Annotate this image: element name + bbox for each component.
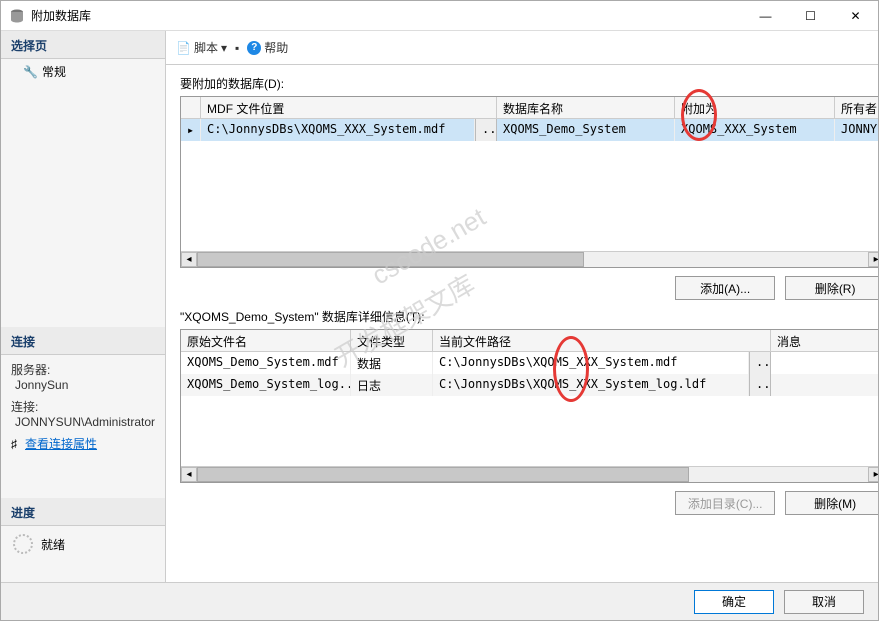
connection-value: JONNYSUN\Administrator bbox=[11, 415, 155, 429]
progress-spinner-icon bbox=[13, 534, 33, 554]
row-indicator-icon: ▸ bbox=[181, 119, 201, 141]
close-button[interactable]: ✕ bbox=[833, 1, 878, 30]
browse-path-button[interactable]: ... bbox=[749, 352, 771, 374]
add-button[interactable]: 添加(A)... bbox=[675, 276, 775, 300]
col-current-path[interactable]: 当前文件路径 bbox=[433, 330, 771, 351]
cell-mdf[interactable]: C:\JonnysDBs\XQOMS_XXX_System.mdf bbox=[201, 119, 475, 141]
col-db-name[interactable]: 数据库名称 bbox=[497, 97, 675, 118]
add-directory-button: 添加目录(C)... bbox=[675, 491, 775, 515]
table-row[interactable]: XQOMS_Demo_System_log... 日志 C:\JonnysDBs… bbox=[181, 374, 878, 396]
cell-owner[interactable]: JONNY bbox=[835, 119, 878, 141]
horizontal-scrollbar[interactable]: ◂▸ bbox=[181, 251, 878, 267]
titlebar[interactable]: 附加数据库 — ☐ ✕ bbox=[1, 1, 878, 31]
main-panel: 📄 脚本 ▾ ▪ ? 帮助 要附加的数据库(D): MDF 文件位置 数据库名称 bbox=[166, 31, 878, 582]
script-icon: 📄 bbox=[176, 41, 191, 55]
browse-path-button[interactable]: ... bbox=[749, 374, 771, 396]
progress-header: 进度 bbox=[1, 498, 165, 526]
server-value: JonnySun bbox=[11, 378, 155, 392]
minimize-button[interactable]: — bbox=[743, 1, 788, 30]
connection-props-icon: ♯ bbox=[11, 437, 17, 451]
remove-file-button[interactable]: 删除(M) bbox=[785, 491, 878, 515]
attach-database-window: 附加数据库 — ☐ ✕ 选择页 🔧 常规 连接 服务器: JonnySun 连接… bbox=[0, 0, 879, 621]
col-owner[interactable]: 所有者 bbox=[835, 97, 878, 118]
col-message[interactable]: 消息 bbox=[771, 330, 878, 351]
col-orig-filename[interactable]: 原始文件名 bbox=[181, 330, 351, 351]
help-button[interactable]: ? 帮助 bbox=[247, 39, 288, 56]
select-page-header: 选择页 bbox=[1, 31, 165, 59]
toolbar: 📄 脚本 ▾ ▪ ? 帮助 bbox=[166, 31, 878, 65]
window-title: 附加数据库 bbox=[31, 7, 743, 24]
browse-mdf-button[interactable]: ... bbox=[475, 119, 497, 141]
col-attach-as[interactable]: 附加为 bbox=[675, 97, 835, 118]
horizontal-scrollbar[interactable]: ◂▸ bbox=[181, 466, 878, 482]
maximize-button[interactable]: ☐ bbox=[788, 1, 833, 30]
sidebar: 选择页 🔧 常规 连接 服务器: JonnySun 连接: JONNYSUN\A… bbox=[1, 31, 166, 582]
db-details-grid[interactable]: 原始文件名 文件类型 当前文件路径 消息 XQOMS_Demo_System.m… bbox=[180, 329, 878, 483]
progress-status: 就绪 bbox=[41, 536, 65, 553]
script-dropdown[interactable]: 📄 脚本 ▾ bbox=[176, 39, 227, 56]
ok-button[interactable]: 确定 bbox=[694, 590, 774, 614]
connection-label: 连接: bbox=[11, 398, 155, 415]
col-file-type[interactable]: 文件类型 bbox=[351, 330, 433, 351]
cancel-button[interactable]: 取消 bbox=[784, 590, 864, 614]
chevron-down-icon: ▾ bbox=[221, 41, 227, 55]
sidebar-item-general[interactable]: 🔧 常规 bbox=[1, 59, 165, 84]
server-label: 服务器: bbox=[11, 361, 155, 378]
help-icon: ? bbox=[247, 41, 261, 55]
database-icon bbox=[9, 8, 25, 24]
remove-button[interactable]: 删除(R) bbox=[785, 276, 878, 300]
db-details-label: "XQOMS_Demo_System" 数据库详细信息(T): bbox=[180, 308, 878, 325]
wrench-icon: 🔧 bbox=[23, 65, 38, 79]
table-row[interactable]: ▸ C:\JonnysDBs\XQOMS_XXX_System.mdf ... … bbox=[181, 119, 878, 141]
table-row[interactable]: XQOMS_Demo_System.mdf 数据 C:\JonnysDBs\XQ… bbox=[181, 352, 878, 374]
databases-grid[interactable]: MDF 文件位置 数据库名称 附加为 所有者 ▸ C:\JonnysDBs\XQ… bbox=[180, 96, 878, 268]
databases-to-attach-label: 要附加的数据库(D): bbox=[180, 75, 878, 92]
dialog-footer: 确定 取消 bbox=[1, 582, 878, 620]
cell-attach-as[interactable]: XQOMS_XXX_System bbox=[675, 119, 835, 141]
col-mdf-location[interactable]: MDF 文件位置 bbox=[201, 97, 497, 118]
cell-dbname[interactable]: XQOMS_Demo_System bbox=[497, 119, 675, 141]
view-connection-props-link[interactable]: 查看连接属性 bbox=[21, 435, 97, 452]
connection-header: 连接 bbox=[1, 327, 165, 355]
